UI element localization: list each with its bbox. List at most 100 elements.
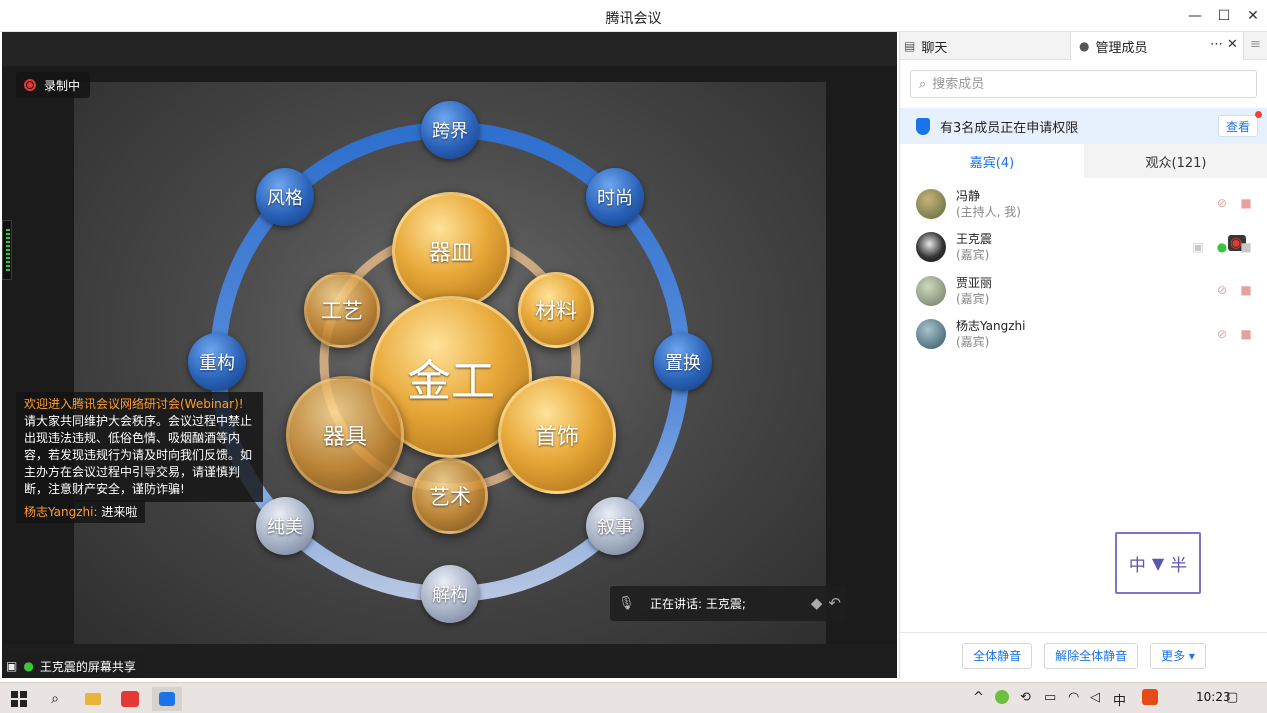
side-panel: ▤ 聊天 ● 管理成员 ⋯ ✕ ≡ ⌕ 有3名成员正在申请权限 查看 嘉宾(4)… xyxy=(899,32,1267,678)
screen-share-bar[interactable]: ▣ ● 王克震的屏幕共享 xyxy=(2,654,144,678)
more-icon[interactable]: ⋯ xyxy=(1210,37,1223,52)
meeting-app-window: 腾讯会议 — ☐ ✕ 器皿 材料 工艺 金工 器具 首饰 艺术 跨界 时尚 置换… xyxy=(0,0,1267,713)
node-yishu: 艺术 xyxy=(412,458,488,534)
node-shishang: 时尚 xyxy=(586,168,644,226)
member-role: (嘉宾) xyxy=(956,248,990,263)
panel-actions: 全体静音 解除全体静音 更多 ▾ xyxy=(900,632,1267,678)
subtab-audience[interactable]: 观众(121) xyxy=(1084,144,1267,178)
search-icon: ⌕ xyxy=(919,76,927,92)
member-search[interactable]: ⌕ xyxy=(910,70,1257,98)
stage-top-band xyxy=(2,32,897,66)
share-label: 王克震的屏幕共享 xyxy=(39,659,136,674)
chat-icon: ▤ xyxy=(904,39,916,53)
avatar xyxy=(916,188,946,219)
more-button[interactable]: 更多 ▾ xyxy=(1150,642,1206,669)
avatar xyxy=(916,275,946,306)
annotate-icon[interactable]: ◆ xyxy=(811,594,823,612)
camera-off-icon[interactable]: ■ xyxy=(1238,195,1254,211)
volume-icon[interactable]: ◁ xyxy=(1090,690,1100,705)
close-tab-icon[interactable]: ✕ xyxy=(1227,37,1238,52)
recording-label: 录制中 xyxy=(44,78,81,93)
chat-message: 进来啦 xyxy=(97,505,138,519)
node-zhihuan: 置换 xyxy=(654,333,712,391)
menu-icon[interactable]: ≡ xyxy=(1250,37,1261,52)
speaking-indicator: 🎙 正在讲话: 王克震; ◆ ↶ xyxy=(610,586,847,621)
tab-chat-label: 聊天 xyxy=(921,40,948,56)
avatar xyxy=(916,319,946,350)
unmute-all-button[interactable]: 解除全体静音 xyxy=(1044,642,1139,669)
mic-muted-icon[interactable]: ⊘ xyxy=(1214,282,1230,298)
screen-share-icon: ▣ xyxy=(1192,239,1204,254)
sogou-icon[interactable] xyxy=(1142,689,1158,705)
member-row[interactable]: 王克震 (嘉宾) ▣ ● ■ xyxy=(900,226,1267,270)
maximize-button[interactable]: ☐ xyxy=(1213,6,1235,26)
tshirt-icon: ▼ xyxy=(1151,553,1165,573)
node-xushi: 叙事 xyxy=(586,497,644,555)
mic-muted-icon[interactable]: ⊘ xyxy=(1214,195,1230,211)
screen-share-icon: ▣ xyxy=(6,659,18,673)
file-explorer-icon[interactable] xyxy=(80,687,106,711)
permission-text: 有3名成员正在申请权限 xyxy=(940,120,1079,136)
taskbar: ⌕ ^ ⟲ ▭ ◠ ◁ 中 10:23 ▢ xyxy=(0,682,1267,713)
title-bar: 腾讯会议 — ☐ ✕ xyxy=(0,0,1267,32)
notice-body: 请大家共同维护大会秩序。会议过程中禁止出现违法违规、低俗色情、吸烟酗酒等内容，若… xyxy=(24,414,253,496)
recording-indicator[interactable]: 录制中 xyxy=(16,72,91,98)
muted-mic-icon: 🎙 xyxy=(618,596,635,611)
chat-author: 杨志Yangzhi: xyxy=(24,505,98,519)
sync-icon[interactable]: ⟲ xyxy=(1020,690,1031,705)
member-name: 贾亚丽 xyxy=(956,275,993,290)
notification-icon[interactable]: ▢ xyxy=(1226,690,1238,705)
view-permission-button[interactable]: 查看 xyxy=(1218,115,1258,137)
avatar xyxy=(916,232,946,263)
subtab-guests[interactable]: 嘉宾(4) xyxy=(900,144,1084,178)
member-role: (嘉宾) xyxy=(956,291,990,306)
node-chunmei: 纯美 xyxy=(256,497,314,555)
camera-off-icon[interactable]: ■ xyxy=(1238,282,1254,298)
record-icon xyxy=(24,79,36,91)
member-role: (主持人, 我) xyxy=(956,204,1021,219)
minimize-button[interactable]: — xyxy=(1184,6,1206,26)
mute-all-button[interactable]: 全体静音 xyxy=(962,642,1033,669)
tab-chat[interactable]: ▤ 聊天 xyxy=(900,32,1070,60)
mic-on-icon[interactable]: ● xyxy=(1214,239,1230,255)
return-icon[interactable]: ↶ xyxy=(828,594,841,612)
welcome-notice: 欢迎进入腾讯会议网络研讨会(Webinar)! 请大家共同维护大会秩序。会议过程… xyxy=(16,392,263,502)
node-qimin: 器皿 xyxy=(392,192,510,310)
member-name: 王克震 xyxy=(956,232,993,247)
mic-icon: ● xyxy=(23,659,34,673)
wifi-icon[interactable]: ◠ xyxy=(1068,690,1079,705)
shield-icon xyxy=(916,117,930,135)
member-name: 杨志Yangzhi xyxy=(956,319,1026,334)
camera-off-icon[interactable]: ■ xyxy=(1238,239,1254,255)
video-stage: 器皿 材料 工艺 金工 器具 首饰 艺术 跨界 时尚 置换 叙事 解构 纯美 重… xyxy=(2,32,897,678)
permission-request-bar: 有3名成员正在申请权限 查看 xyxy=(900,108,1267,144)
wps-icon[interactable] xyxy=(116,687,144,711)
shared-slide: 器皿 材料 工艺 金工 器具 首饰 艺术 跨界 时尚 置换 叙事 解构 纯美 重… xyxy=(74,82,826,644)
close-window-button[interactable]: ✕ xyxy=(1242,6,1264,26)
search-input[interactable] xyxy=(932,76,1233,92)
node-gongyi: 工艺 xyxy=(304,272,380,348)
tencent-meeting-taskbar-icon[interactable] xyxy=(152,687,182,711)
search-taskbar-icon[interactable]: ⌕ xyxy=(42,687,68,711)
member-role: (嘉宾) xyxy=(956,335,990,350)
chat-bubble: 杨志Yangzhi: 进来啦 xyxy=(16,500,146,523)
mic-muted-icon[interactable]: ⊘ xyxy=(1214,326,1230,342)
ime-indicator[interactable]: 中 xyxy=(1113,690,1126,709)
notification-dot xyxy=(1255,111,1262,118)
chevron-up-icon[interactable]: ^ xyxy=(973,690,984,705)
camera-off-icon[interactable]: ■ xyxy=(1238,326,1254,342)
node-qiju: 器具 xyxy=(286,376,404,494)
start-button[interactable] xyxy=(6,687,32,711)
battery-icon[interactable]: ▭ xyxy=(1044,690,1056,705)
member-subtabs: 嘉宾(4) 观众(121) xyxy=(900,144,1267,178)
member-row[interactable]: 冯静 (主持人, 我) ◉ ⊘ ■ xyxy=(900,182,1267,251)
app-tray-icon[interactable] xyxy=(995,690,1009,704)
organizer-logo: 中 ▼ 半 xyxy=(1115,532,1201,594)
node-fengge: 风格 xyxy=(256,168,314,226)
logo-left-char: 中 xyxy=(1128,555,1146,576)
member-row[interactable]: 贾亚丽 (嘉宾) ⊘ ■ xyxy=(900,269,1267,313)
speaking-label: 正在讲话: 王克震; xyxy=(650,597,746,611)
member-row[interactable]: 杨志Yangzhi (嘉宾) ⊘ ■ xyxy=(900,313,1267,357)
member-name: 冯静 xyxy=(956,188,981,203)
notice-title: 欢迎进入腾讯会议网络研讨会(Webinar)! xyxy=(24,397,244,411)
